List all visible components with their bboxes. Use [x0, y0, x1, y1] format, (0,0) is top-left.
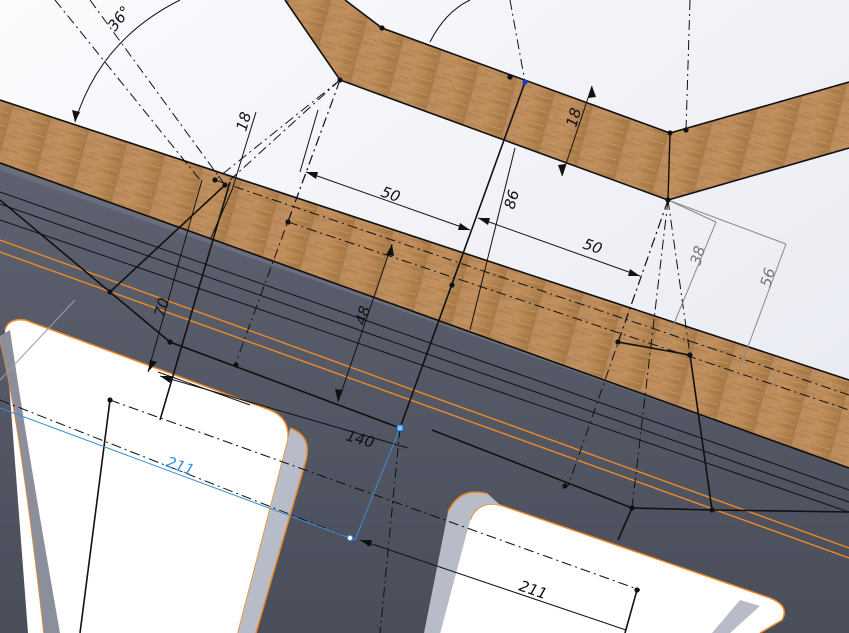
selected-point-icon[interactable] — [396, 424, 404, 432]
sketch-point-icon[interactable] — [379, 25, 385, 31]
sketch-point-icon[interactable] — [337, 77, 343, 83]
sketch-point-icon[interactable] — [346, 534, 354, 542]
sketch-point-icon[interactable] — [107, 397, 113, 403]
sketch-point-icon[interactable] — [667, 130, 673, 136]
graphics-viewport[interactable]: 36° 18 18 50 86 50 48 70 38 56 140 211 2… — [0, 0, 849, 633]
sketch-point-icon[interactable] — [709, 507, 715, 513]
sketch-point-icon[interactable] — [167, 339, 173, 345]
sketch-point-icon[interactable] — [687, 352, 693, 358]
sketch-point-icon[interactable] — [522, 79, 528, 85]
sketch-point-icon[interactable] — [683, 127, 689, 133]
sketch-point-icon[interactable] — [665, 197, 671, 203]
sketch-point-icon[interactable] — [634, 587, 640, 593]
sketch-point-icon[interactable] — [212, 177, 218, 183]
sketch-point-icon[interactable] — [285, 219, 291, 225]
sketch-point-icon[interactable] — [222, 182, 228, 188]
sketch-point-icon[interactable] — [629, 505, 635, 511]
sketch-canvas[interactable]: 36° 18 18 50 86 50 48 70 38 56 140 211 2… — [0, 0, 849, 633]
sketch-point-icon[interactable] — [449, 282, 455, 288]
sketch-point-icon[interactable] — [507, 74, 513, 80]
sketch-point-icon[interactable] — [233, 362, 239, 368]
sketch-point-icon[interactable] — [615, 339, 621, 345]
sketch-point-icon[interactable] — [562, 483, 568, 489]
sketch-point-icon[interactable] — [107, 289, 113, 295]
